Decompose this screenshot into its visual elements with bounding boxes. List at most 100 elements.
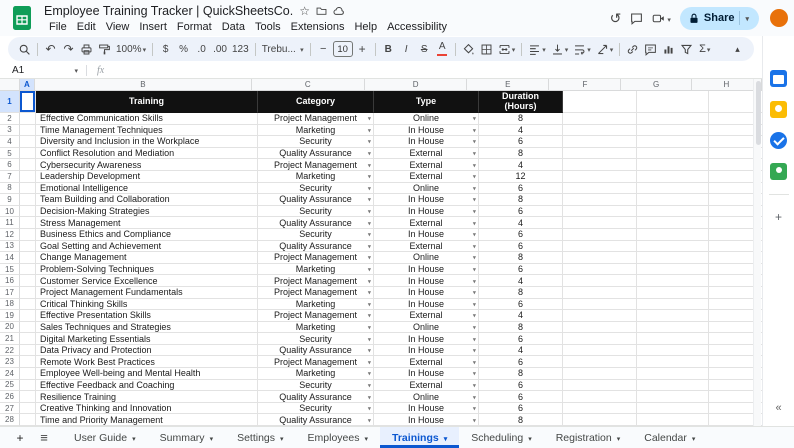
cell-F7[interactable] xyxy=(563,171,637,183)
dropdown-caret-icon[interactable] xyxy=(368,322,371,332)
cell-G10[interactable] xyxy=(637,206,709,218)
cell-category-dropdown[interactable]: Security xyxy=(258,403,374,415)
cell-category-dropdown[interactable]: Project Management xyxy=(258,159,374,171)
cell-type-dropdown[interactable]: Online xyxy=(374,391,479,403)
cell-duration[interactable]: 8 xyxy=(479,194,563,206)
cell-A19[interactable] xyxy=(20,310,36,322)
borders-button[interactable] xyxy=(478,39,495,59)
cell-training[interactable]: Remote Work Best Practices xyxy=(36,356,258,368)
dropdown-caret-icon[interactable] xyxy=(368,148,371,158)
cell-type-dropdown[interactable]: In House xyxy=(374,403,479,415)
cell-F21[interactable] xyxy=(563,333,637,345)
row-header-9[interactable]: 9 xyxy=(0,194,20,206)
row-header-3[interactable]: 3 xyxy=(0,125,20,137)
dropdown-caret-icon[interactable] xyxy=(473,148,476,158)
cell-category-dropdown[interactable]: Quality Assurance xyxy=(258,217,374,229)
increase-font-size-button[interactable] xyxy=(354,39,371,59)
dropdown-caret-icon[interactable] xyxy=(473,403,476,413)
share-caret-icon[interactable] xyxy=(745,12,749,24)
cell-F22[interactable] xyxy=(563,345,637,357)
cell-A23[interactable] xyxy=(20,356,36,368)
add-addon-icon[interactable] xyxy=(775,209,782,223)
sheet-tab-user-guide[interactable]: User Guide xyxy=(62,427,148,448)
cell-F16[interactable] xyxy=(563,275,637,287)
cell-duration[interactable]: 8 xyxy=(479,368,563,380)
dropdown-caret-icon[interactable] xyxy=(368,194,371,204)
cell-duration[interactable]: 4 xyxy=(479,310,563,322)
meet-video-icon[interactable] xyxy=(652,9,671,27)
cell-A22[interactable] xyxy=(20,345,36,357)
cell-type-dropdown[interactable]: In House xyxy=(374,333,479,345)
cell-training[interactable]: Critical Thinking Skills xyxy=(36,299,258,311)
collapse-toolbar-button[interactable] xyxy=(729,39,746,59)
cell-A18[interactable] xyxy=(20,299,36,311)
redo-button[interactable] xyxy=(60,39,77,59)
cell-F15[interactable] xyxy=(563,264,637,276)
tab-menu-caret-icon[interactable] xyxy=(132,432,136,444)
cell-A11[interactable] xyxy=(20,217,36,229)
dropdown-caret-icon[interactable] xyxy=(368,403,371,413)
name-box[interactable]: A1 xyxy=(0,62,86,78)
cell-type-dropdown[interactable]: External xyxy=(374,171,479,183)
cell-F12[interactable] xyxy=(563,229,637,241)
cell-G13[interactable] xyxy=(637,241,709,253)
select-all-corner[interactable] xyxy=(0,79,20,91)
dropdown-caret-icon[interactable] xyxy=(473,206,476,216)
tab-menu-caret-icon[interactable] xyxy=(528,432,532,444)
menu-accessibility[interactable]: Accessibility xyxy=(382,21,452,33)
row-header-4[interactable]: 4 xyxy=(0,136,20,148)
dropdown-caret-icon[interactable] xyxy=(473,333,476,343)
dropdown-caret-icon[interactable] xyxy=(368,159,371,169)
row-header-25[interactable]: 25 xyxy=(0,380,20,392)
sheet-tab-summary[interactable]: Summary xyxy=(148,427,225,448)
text-wrap-button[interactable] xyxy=(571,39,593,59)
cell-type-dropdown[interactable]: In House xyxy=(374,345,479,357)
cell-G24[interactable] xyxy=(637,368,709,380)
dropdown-caret-icon[interactable] xyxy=(368,171,371,181)
cell-duration[interactable]: 4 xyxy=(479,217,563,229)
sheet-tab-trainings[interactable]: Trainings xyxy=(380,427,459,448)
cell-category-dropdown[interactable]: Quality Assurance xyxy=(258,391,374,403)
cell-training[interactable]: Employee Well-being and Mental Health xyxy=(36,368,258,380)
cell-A4[interactable] xyxy=(20,136,36,148)
avatar[interactable] xyxy=(768,7,790,29)
cell-duration[interactable]: 8 xyxy=(479,414,563,426)
dropdown-caret-icon[interactable] xyxy=(473,287,476,297)
cell-G19[interactable] xyxy=(637,310,709,322)
row-header-1[interactable]: 1 xyxy=(0,91,20,113)
row-header-19[interactable]: 19 xyxy=(0,310,20,322)
cell-type-dropdown[interactable]: In House xyxy=(374,299,479,311)
cell-F4[interactable] xyxy=(563,136,637,148)
row-header-8[interactable]: 8 xyxy=(0,183,20,195)
cell-A26[interactable] xyxy=(20,391,36,403)
cell-training[interactable]: Creative Thinking and Innovation xyxy=(36,403,258,415)
dropdown-caret-icon[interactable] xyxy=(473,113,476,123)
cell-G1[interactable] xyxy=(637,91,709,113)
cell-category-dropdown[interactable]: Project Management xyxy=(258,252,374,264)
cell-A24[interactable] xyxy=(20,368,36,380)
row-header-20[interactable]: 20 xyxy=(0,322,20,334)
insert-chart-button[interactable] xyxy=(660,39,677,59)
cell-duration[interactable]: 8 xyxy=(479,287,563,299)
move-folder-icon[interactable] xyxy=(316,5,327,16)
cell-duration[interactable]: 4 xyxy=(479,275,563,287)
row-header-5[interactable]: 5 xyxy=(0,148,20,160)
dropdown-caret-icon[interactable] xyxy=(473,391,476,401)
menu-format[interactable]: Format xyxy=(172,21,217,33)
format-currency-button[interactable]: $ xyxy=(157,39,174,59)
cell-category-dropdown[interactable]: Security xyxy=(258,183,374,195)
cell-G7[interactable] xyxy=(637,171,709,183)
all-sheets-button[interactable] xyxy=(32,427,56,448)
cell-A20[interactable] xyxy=(20,322,36,334)
tab-menu-caret-icon[interactable] xyxy=(210,432,214,444)
text-rotation-button[interactable] xyxy=(594,39,616,59)
create-filter-button[interactable] xyxy=(678,39,695,59)
add-sheet-button[interactable] xyxy=(8,427,32,448)
contacts-icon[interactable] xyxy=(770,163,787,180)
column-header-B[interactable]: B xyxy=(35,79,252,91)
dropdown-caret-icon[interactable] xyxy=(473,380,476,390)
vertical-align-button[interactable] xyxy=(549,39,571,59)
version-history-icon[interactable] xyxy=(610,10,622,27)
row-header-7[interactable]: 7 xyxy=(0,171,20,183)
dropdown-caret-icon[interactable] xyxy=(473,356,476,366)
